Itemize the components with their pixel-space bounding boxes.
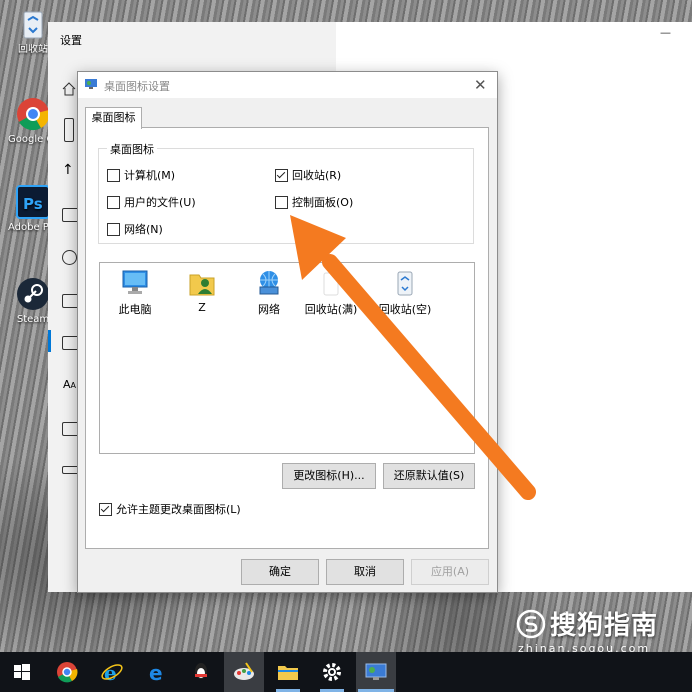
watermark-brand: 搜狗指南 [550,611,659,641]
file-explorer-icon[interactable] [276,660,300,684]
settings-gear-icon[interactable] [320,660,344,684]
ie-icon[interactable]: e [100,660,124,684]
qq-icon[interactable] [189,660,213,684]
paint-icon[interactable] [232,660,256,684]
desktop-icon-settings-icon[interactable] [364,660,388,684]
svg-text:e: e [104,661,117,684]
sogou-logo-icon [516,609,546,638]
taskbar: e e [0,652,692,692]
watermark-brand-row: 搜狗指南 [516,605,658,642]
tab-desktop-icons[interactable]: 桌面图标 [85,107,142,129]
chrome-icon[interactable] [55,660,79,684]
svg-text:e: e [149,661,163,684]
edge-icon[interactable]: e [145,660,169,684]
windows-start-icon[interactable] [10,660,34,684]
annotation-arrow-shaft [322,254,536,500]
annotation-arrow [290,215,536,500]
watermark: 搜狗指南 zhinan.sogou.com [516,605,658,655]
